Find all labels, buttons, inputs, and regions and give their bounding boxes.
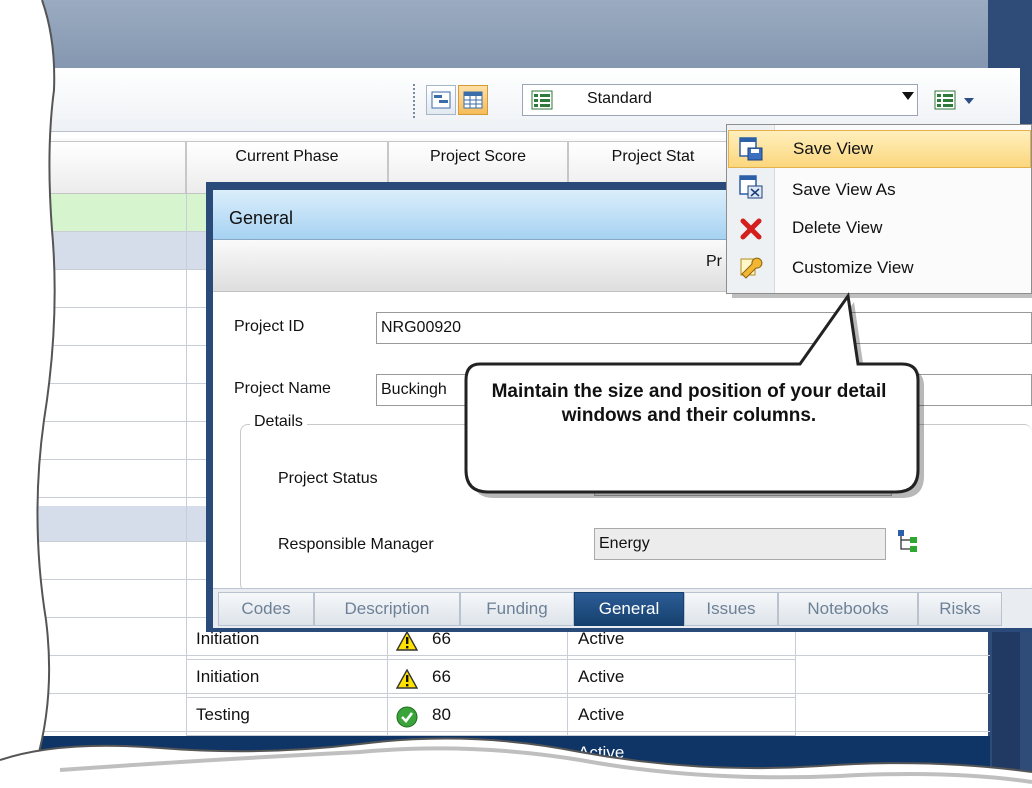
responsible-manager-value: Energy bbox=[599, 535, 650, 552]
check-icon bbox=[396, 706, 418, 728]
view-list-icon bbox=[934, 90, 956, 110]
tab-funding[interactable]: Funding bbox=[460, 592, 574, 626]
tab-label: General bbox=[598, 599, 660, 618]
row-status-cell[interactable]: Active bbox=[568, 660, 796, 698]
row-status-text: Active bbox=[578, 667, 625, 686]
menu-item-label: Customize View bbox=[792, 258, 914, 277]
chevron-down-icon bbox=[964, 98, 974, 104]
detail-window-title: General bbox=[229, 208, 294, 228]
chevron-down-icon[interactable] bbox=[902, 91, 914, 101]
tab-description[interactable]: Description bbox=[314, 592, 460, 626]
screenshot-stage: Standard Current Phase Project Score Pro… bbox=[0, 0, 1032, 788]
details-group-legend: Details bbox=[250, 413, 307, 431]
details-group-box bbox=[240, 424, 1032, 592]
warning-icon bbox=[396, 669, 418, 689]
row-phase-cell[interactable]: Initiation bbox=[186, 660, 388, 698]
row-phase-text: Testing bbox=[196, 705, 250, 724]
detail-subbar-label: Pr bbox=[706, 253, 722, 270]
row-score-text: 66 bbox=[432, 629, 451, 648]
row-score-cell[interactable]: 66 bbox=[388, 660, 568, 698]
gantt-icon bbox=[431, 91, 451, 109]
save-view-as-icon bbox=[739, 175, 763, 199]
title-band bbox=[0, 0, 1032, 68]
view-list-icon bbox=[531, 90, 553, 110]
row-score-text: 66 bbox=[432, 667, 451, 686]
project-id-field[interactable]: NRG00920 bbox=[376, 312, 1032, 344]
project-name-label: Project Name bbox=[234, 380, 331, 397]
tab-issues[interactable]: Issues bbox=[684, 592, 778, 626]
tab-notebooks[interactable]: Notebooks bbox=[778, 592, 918, 626]
menu-item-label: Delete View bbox=[792, 218, 883, 237]
tab-label: Funding bbox=[486, 599, 548, 618]
table-view-button[interactable] bbox=[458, 85, 488, 115]
tab-label: Risks bbox=[939, 599, 981, 618]
delete-x-icon bbox=[740, 218, 762, 240]
column-header-blank[interactable] bbox=[0, 141, 186, 193]
tab-codes[interactable]: Codes bbox=[218, 592, 314, 626]
menu-item-customize-view[interactable]: Customize View bbox=[728, 250, 1031, 288]
project-status-field[interactable] bbox=[594, 464, 892, 496]
hierarchy-picker-icon[interactable] bbox=[896, 528, 922, 554]
row-phase-cell[interactable]: Testing bbox=[186, 698, 388, 736]
tab-label: Notebooks bbox=[807, 599, 889, 618]
column-header-label: Current Phase bbox=[235, 148, 339, 165]
project-id-value: NRG00920 bbox=[381, 319, 462, 336]
row-score-text: 80 bbox=[432, 705, 451, 724]
menu-item-delete-view[interactable]: Delete View bbox=[728, 210, 1031, 248]
row-status-text: Active bbox=[578, 705, 625, 724]
wrench-icon bbox=[740, 257, 763, 279]
view-menu-button[interactable] bbox=[926, 84, 990, 116]
column-header-label: Project Stat bbox=[611, 148, 695, 165]
menu-item-save-view-as[interactable]: Save View As bbox=[728, 172, 1031, 210]
menu-item-save-view[interactable]: Save View bbox=[728, 130, 1031, 168]
responsible-manager-label: Responsible Manager bbox=[278, 536, 434, 553]
project-id-label: Project ID bbox=[234, 318, 305, 335]
table-grid-icon bbox=[463, 91, 483, 109]
row-score-cell[interactable]: 80 bbox=[388, 698, 568, 736]
save-view-icon bbox=[739, 137, 763, 161]
tab-label: Codes bbox=[241, 599, 291, 618]
view-select-value: Standard bbox=[587, 90, 652, 107]
responsible-manager-field[interactable]: Energy bbox=[594, 528, 886, 560]
project-status-label: Project Status bbox=[278, 470, 378, 487]
row-phase-text: Initiation bbox=[196, 667, 260, 686]
toolbar-separator bbox=[413, 84, 415, 120]
row-status-cell[interactable]: Active bbox=[568, 698, 796, 736]
selected-table-row[interactable] bbox=[0, 736, 990, 776]
tab-label: Issues bbox=[706, 599, 756, 618]
warning-icon bbox=[396, 631, 418, 651]
row-status-cell[interactable]: Active bbox=[568, 736, 796, 774]
column-header-label: Project Score bbox=[429, 148, 527, 165]
tab-risks[interactable]: Risks bbox=[918, 592, 1002, 626]
row-status-text: Active bbox=[578, 743, 625, 762]
callout-text: Maintain the size and position of your d… bbox=[491, 381, 887, 426]
project-name-value: Buckingh bbox=[381, 381, 447, 398]
view-select[interactable]: Standard bbox=[522, 84, 918, 116]
menu-item-label: Save View bbox=[793, 139, 874, 158]
gantt-view-button[interactable] bbox=[426, 85, 456, 115]
tab-label: Description bbox=[344, 599, 430, 618]
menu-item-label: Save View As bbox=[792, 180, 896, 199]
tab-general[interactable]: General bbox=[574, 592, 684, 626]
